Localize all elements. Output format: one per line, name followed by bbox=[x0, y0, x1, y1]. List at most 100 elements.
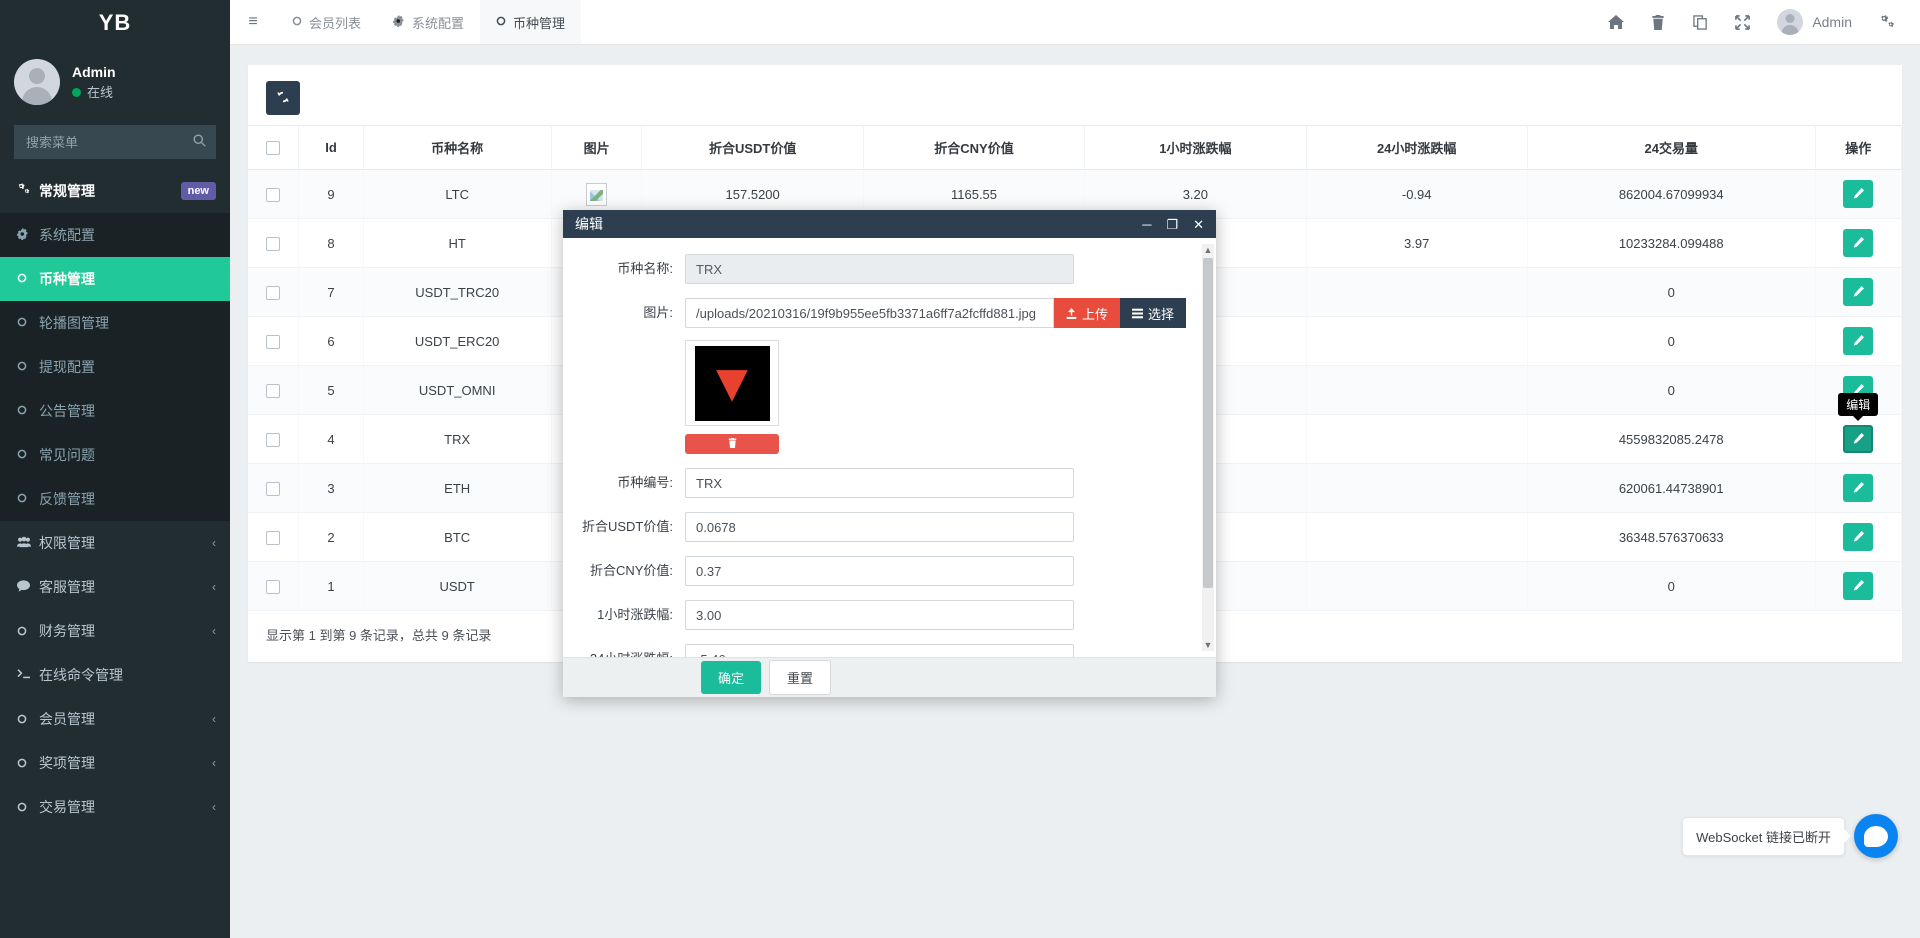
search-input[interactable] bbox=[24, 134, 193, 151]
dialog-header[interactable]: 编辑 ─ ❐ ✕ bbox=[563, 210, 1216, 238]
menu-toggle-icon[interactable]: ≡ bbox=[230, 0, 276, 44]
scroll-down-icon[interactable]: ▼ bbox=[1202, 639, 1214, 651]
user-panel: Admin 在线 bbox=[0, 45, 230, 119]
scrollbar-thumb[interactable] bbox=[1203, 258, 1213, 588]
tab-label: 会员列表 bbox=[309, 13, 361, 32]
clone-icon[interactable] bbox=[1679, 0, 1721, 45]
brand-logo[interactable]: YB bbox=[0, 0, 230, 45]
sidebar-item-label: 系统配置 bbox=[39, 225, 216, 245]
edit-button[interactable] bbox=[1843, 523, 1873, 551]
websocket-status-message: WebSocket 链接已断开 bbox=[1682, 817, 1845, 856]
sidebar-menu: 常规管理new 系统配置币种管理轮播图管理提现配置公告管理常见问题反馈管理权限管理… bbox=[0, 169, 230, 829]
header-user-menu[interactable]: Admin bbox=[1763, 0, 1866, 45]
refresh-button[interactable] bbox=[266, 81, 300, 115]
row-select-cell[interactable] bbox=[248, 415, 299, 464]
trash-icon[interactable] bbox=[1637, 0, 1679, 45]
edit-button[interactable] bbox=[1843, 572, 1873, 600]
image-preview[interactable] bbox=[685, 340, 779, 426]
sidebar-item-10[interactable]: 财务管理‹ bbox=[0, 609, 230, 653]
tab-0[interactable]: 会员列表 bbox=[276, 0, 377, 44]
row-checkbox[interactable] bbox=[266, 580, 280, 594]
edit-button[interactable] bbox=[1843, 180, 1873, 208]
sidebar-item-label: 反馈管理 bbox=[39, 489, 216, 509]
column-header-8: 24交易量 bbox=[1527, 126, 1815, 170]
tab-1[interactable]: 系统配置 bbox=[377, 0, 480, 44]
edit-button[interactable] bbox=[1843, 278, 1873, 306]
table-toolbar bbox=[248, 65, 1902, 125]
cell-actions bbox=[1815, 219, 1901, 268]
sidebar-item-0[interactable]: 常规管理new bbox=[0, 169, 230, 213]
cell-volume: 0 bbox=[1527, 366, 1815, 415]
row-select-cell[interactable] bbox=[248, 366, 299, 415]
edit-button[interactable] bbox=[1843, 229, 1873, 257]
column-header-1: Id bbox=[299, 126, 363, 170]
sidebar-item-9[interactable]: 客服管理‹ bbox=[0, 565, 230, 609]
h24-change-input[interactable] bbox=[685, 644, 1074, 657]
sidebar-item-4[interactable]: 提现配置 bbox=[0, 345, 230, 389]
chat-icon[interactable] bbox=[1854, 814, 1898, 858]
sidebar-item-13[interactable]: 奖项管理‹ bbox=[0, 741, 230, 785]
row-select-cell[interactable] bbox=[248, 219, 299, 268]
image-path-input[interactable] bbox=[685, 298, 1054, 328]
row-select-cell[interactable] bbox=[248, 562, 299, 611]
select-all-header[interactable] bbox=[248, 126, 299, 170]
reset-button[interactable]: 重置 bbox=[769, 660, 831, 695]
cell-volume: 4559832085.2478 bbox=[1527, 415, 1815, 464]
cell-24h bbox=[1306, 317, 1527, 366]
dialog-scrollbar[interactable]: ▲ ▼ bbox=[1202, 244, 1214, 651]
menu-search-box[interactable] bbox=[14, 125, 216, 159]
sidebar-item-7[interactable]: 反馈管理 bbox=[0, 477, 230, 521]
sidebar-item-3[interactable]: 轮播图管理 bbox=[0, 301, 230, 345]
row-checkbox[interactable] bbox=[266, 237, 280, 251]
sidebar-item-label: 会员管理 bbox=[39, 709, 212, 729]
edit-button[interactable] bbox=[1843, 425, 1873, 453]
column-header-5: 折合CNY价值 bbox=[863, 126, 1084, 170]
scroll-up-icon[interactable]: ▲ bbox=[1202, 244, 1214, 256]
gears-icon[interactable] bbox=[1866, 0, 1908, 45]
sidebar-item-5[interactable]: 公告管理 bbox=[0, 389, 230, 433]
row-checkbox[interactable] bbox=[266, 531, 280, 545]
edit-button[interactable] bbox=[1843, 327, 1873, 355]
cny-value-input[interactable] bbox=[685, 556, 1074, 586]
row-select-cell[interactable] bbox=[248, 513, 299, 562]
fullscreen-icon[interactable] bbox=[1721, 0, 1763, 45]
select-all-checkbox[interactable] bbox=[266, 141, 280, 155]
upload-button[interactable]: 上传 bbox=[1054, 298, 1120, 328]
sidebar-item-12[interactable]: 会员管理‹ bbox=[0, 697, 230, 741]
home-icon[interactable] bbox=[1595, 0, 1637, 45]
row-select-cell[interactable] bbox=[248, 464, 299, 513]
maximize-icon[interactable]: ❐ bbox=[1166, 218, 1178, 231]
select-button[interactable]: 选择 bbox=[1120, 298, 1186, 328]
usdt-value-input[interactable] bbox=[685, 512, 1074, 542]
row-select-cell[interactable] bbox=[248, 170, 299, 219]
row-checkbox[interactable] bbox=[266, 286, 280, 300]
row-checkbox[interactable] bbox=[266, 335, 280, 349]
confirm-button[interactable]: 确定 bbox=[701, 661, 761, 694]
sidebar-item-2[interactable]: 币种管理 bbox=[0, 257, 230, 301]
row-select-cell[interactable] bbox=[248, 268, 299, 317]
cell-id: 6 bbox=[299, 317, 363, 366]
tab-2[interactable]: 币种管理 bbox=[480, 0, 581, 44]
row-checkbox[interactable] bbox=[266, 188, 280, 202]
row-checkbox[interactable] bbox=[266, 384, 280, 398]
edit-button[interactable] bbox=[1843, 474, 1873, 502]
h1-change-input[interactable] bbox=[685, 600, 1074, 630]
sidebar-item-1[interactable]: 系统配置 bbox=[0, 213, 230, 257]
close-icon[interactable]: ✕ bbox=[1193, 218, 1204, 231]
sidebar-item-14[interactable]: 交易管理‹ bbox=[0, 785, 230, 829]
minimize-icon[interactable]: ─ bbox=[1142, 218, 1151, 231]
row-checkbox[interactable] bbox=[266, 433, 280, 447]
row-select-cell[interactable] bbox=[248, 317, 299, 366]
search-icon[interactable] bbox=[193, 134, 206, 150]
coin-name-input[interactable] bbox=[685, 254, 1074, 284]
cell-id: 3 bbox=[299, 464, 363, 513]
column-header-2: 币种名称 bbox=[363, 126, 551, 170]
delete-image-button[interactable] bbox=[685, 434, 779, 454]
circle-o-icon bbox=[17, 624, 39, 639]
row-checkbox[interactable] bbox=[266, 482, 280, 496]
sidebar-item-11[interactable]: 在线命令管理 bbox=[0, 653, 230, 697]
sidebar-item-8[interactable]: 权限管理‹ bbox=[0, 521, 230, 565]
broken-image-icon bbox=[586, 183, 607, 206]
sidebar-item-6[interactable]: 常见问题 bbox=[0, 433, 230, 477]
coin-code-input[interactable] bbox=[685, 468, 1074, 498]
